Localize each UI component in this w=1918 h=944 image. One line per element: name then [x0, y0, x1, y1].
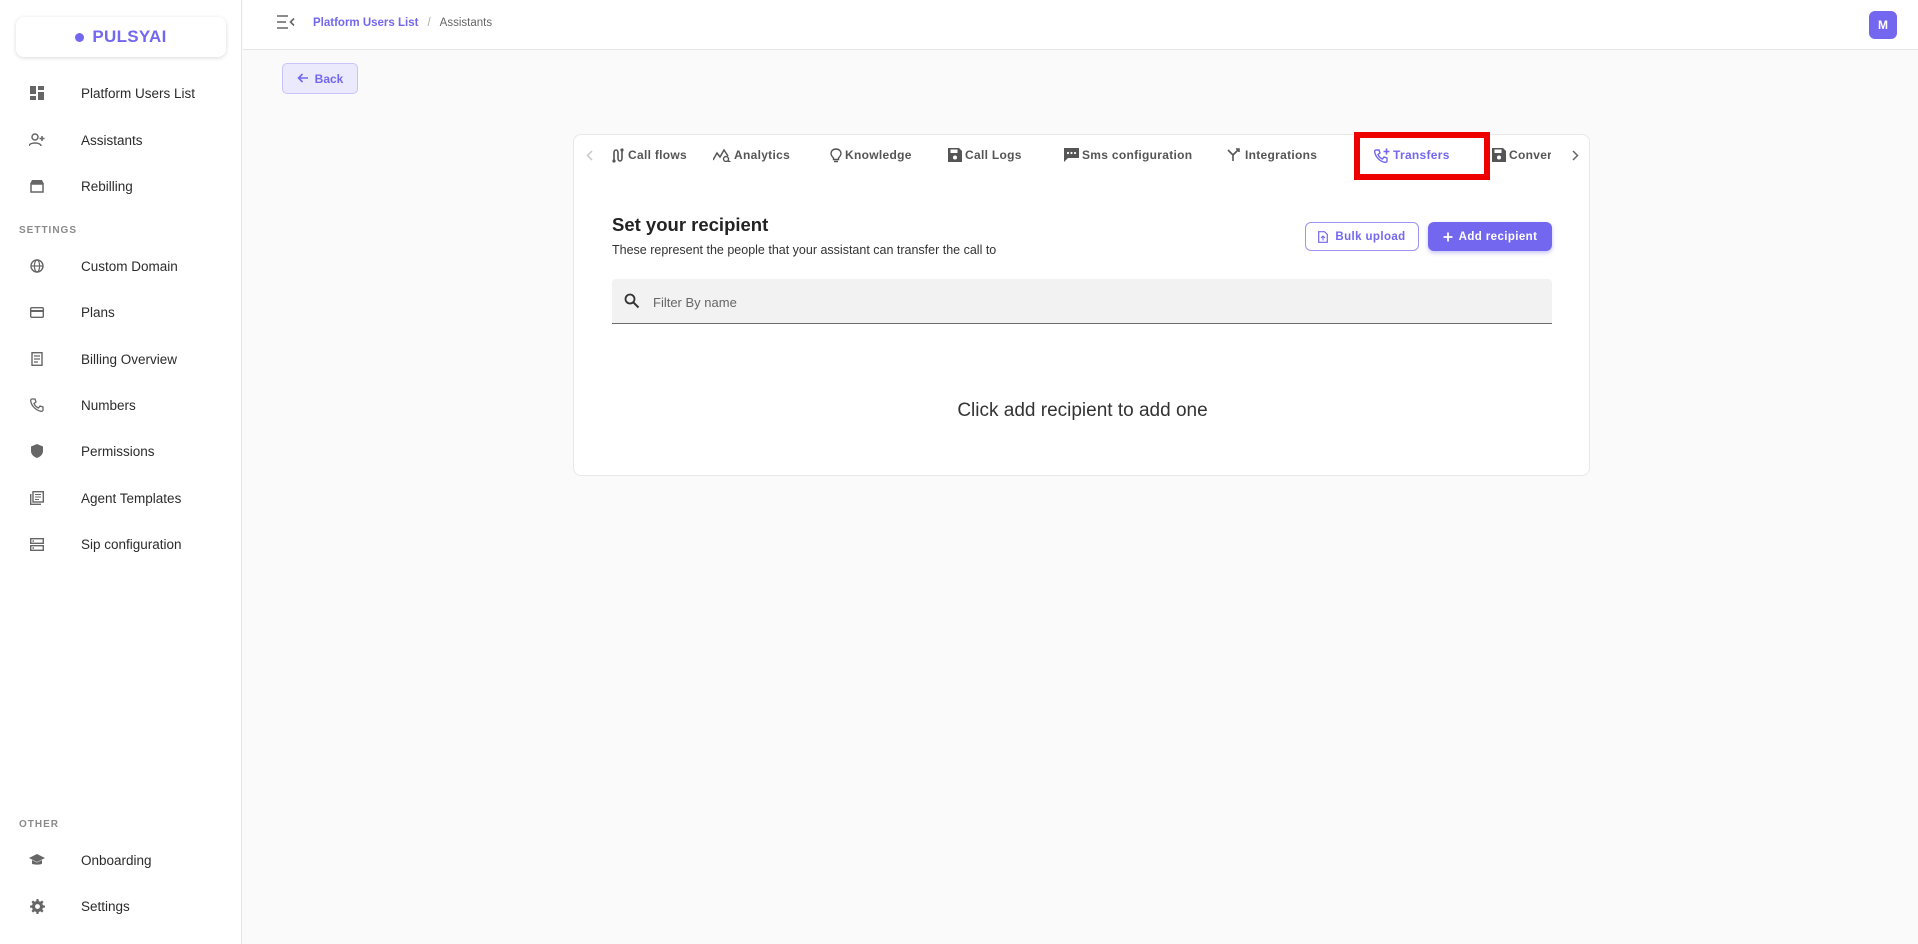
- receipt-icon: [28, 350, 46, 368]
- tab-transfers[interactable]: Transfers: [1374, 135, 1450, 175]
- person-add-icon: [28, 131, 46, 149]
- tab-sms-configuration[interactable]: Sms configuration: [1064, 135, 1192, 175]
- route-icon: [612, 147, 624, 163]
- sidebar-item-label: Settings: [81, 898, 130, 914]
- settings-section-label: SETTINGS: [19, 225, 78, 236]
- tab-label: Knowledge: [845, 148, 912, 162]
- phone-icon: [28, 396, 46, 414]
- library-icon: [28, 489, 46, 507]
- other-section-label: OTHER: [19, 819, 59, 830]
- sidebar-item-label: Permissions: [81, 443, 155, 459]
- tab-bar: Call flows Analytics Knowledge Call Logs…: [574, 132, 1591, 180]
- sidebar-item-label: Billing Overview: [81, 351, 178, 367]
- sidebar-item-label: Rebilling: [81, 178, 133, 194]
- menu-collapse-icon[interactable]: [277, 15, 297, 33]
- empty-state-message: Click add recipient to add one: [957, 400, 1208, 421]
- tabs: Call flows Analytics Knowledge Call Logs…: [604, 135, 1551, 175]
- search-icon: [624, 293, 640, 314]
- user-avatar[interactable]: M: [1869, 11, 1897, 39]
- sidebar-item-rebilling[interactable]: Rebilling: [0, 164, 242, 208]
- arrow-left-icon: [297, 72, 308, 86]
- sidebar-item-label: Plans: [81, 304, 115, 320]
- gear-icon: [28, 897, 46, 915]
- tab-label: Call Logs: [965, 148, 1022, 162]
- breadcrumb-current: Assistants: [439, 17, 493, 29]
- sidebar-item-label: Sip configuration: [81, 536, 182, 552]
- back-button-label: Back: [314, 71, 344, 86]
- file-upload-icon: [1318, 230, 1329, 243]
- server-icon: [28, 535, 46, 553]
- sidebar-item-onboarding[interactable]: Onboarding: [0, 838, 242, 882]
- phone-forward-icon: [1374, 148, 1390, 163]
- sidebar-item-billing-overview[interactable]: Billing Overview: [0, 337, 242, 381]
- sidebar-item-platform-users-list[interactable]: Platform Users List: [0, 71, 242, 115]
- sidebar-item-label: Agent Templates: [81, 490, 182, 506]
- store-icon: [28, 177, 46, 195]
- tab-label: Sms configuration: [1082, 148, 1193, 162]
- sidebar-item-label: Numbers: [81, 397, 136, 413]
- sidebar-item-label: Assistants: [81, 132, 143, 148]
- filter-by-name-input[interactable]: [653, 289, 1533, 315]
- filter-field[interactable]: [612, 279, 1552, 324]
- tab-label: Call flows: [628, 148, 688, 162]
- save-icon: [1492, 148, 1506, 162]
- sidebar-item-numbers[interactable]: Numbers: [0, 383, 242, 427]
- globe-icon: [28, 257, 46, 275]
- merge-icon: [1227, 148, 1240, 161]
- bulk-upload-button[interactable]: Bulk upload: [1305, 222, 1419, 251]
- bulk-upload-label: Bulk upload: [1335, 230, 1406, 243]
- logo-dot-icon: [75, 32, 85, 42]
- tab-label: Integrations: [1245, 148, 1318, 162]
- save-icon: [948, 148, 962, 162]
- shield-icon: [28, 442, 46, 460]
- sidebar-item-assistants[interactable]: Assistants: [0, 118, 242, 162]
- tab-label: Conversations: [1509, 148, 1551, 162]
- recipient-title: Set your recipient: [612, 214, 769, 235]
- assistant-card: Call flows Analytics Knowledge Call Logs…: [573, 132, 1591, 476]
- sidebar-item-label: Platform Users List: [81, 85, 196, 101]
- breadcrumb: Platform Users List / Assistants: [313, 17, 492, 29]
- brand-logo[interactable]: PULSYAI: [16, 17, 226, 57]
- sidebar-item-sip-configuration[interactable]: Sip configuration: [0, 522, 242, 566]
- school-icon: [28, 851, 46, 869]
- tab-scroll-left-icon[interactable]: [579, 145, 599, 165]
- breadcrumb-separator: /: [427, 17, 431, 29]
- tab-analytics[interactable]: Analytics: [713, 135, 790, 175]
- lightbulb-icon: [830, 147, 842, 162]
- tab-call-logs[interactable]: Call Logs: [948, 135, 1022, 175]
- sidebar-item-permissions[interactable]: Permissions: [0, 429, 242, 473]
- add-recipient-button[interactable]: Add recipient: [1428, 222, 1552, 251]
- credit-card-icon: [28, 303, 46, 321]
- top-bar: Platform Users List / Assistants M: [243, 0, 1918, 50]
- brand-name: PULSYAI: [92, 27, 167, 46]
- sidebar-item-custom-domain[interactable]: Custom Domain: [0, 244, 242, 288]
- tab-call-flows[interactable]: Call flows: [611, 135, 687, 175]
- dashboard-icon: [28, 84, 46, 102]
- sidebar-item-label: Custom Domain: [81, 258, 178, 274]
- tab-conversations[interactable]: Conversations: [1492, 135, 1551, 175]
- sidebar-item-plans[interactable]: Plans: [0, 290, 242, 334]
- sidebar: PULSYAI Platform Users List Assistants R…: [0, 0, 242, 944]
- analytics-icon: [713, 148, 731, 162]
- sms-icon: [1064, 148, 1079, 162]
- plus-icon: [1443, 232, 1453, 241]
- sidebar-item-agent-templates[interactable]: Agent Templates: [0, 476, 242, 520]
- tab-knowledge[interactable]: Knowledge: [830, 135, 912, 175]
- add-recipient-label: Add recipient: [1458, 230, 1538, 243]
- tab-label: Transfers: [1393, 148, 1450, 162]
- recipient-subtitle: These represent the people that your ass…: [612, 243, 997, 257]
- tab-label: Analytics: [734, 148, 791, 162]
- breadcrumb-link-platform-users[interactable]: Platform Users List: [313, 17, 418, 29]
- sidebar-item-settings[interactable]: Settings: [0, 884, 242, 928]
- tab-integrations[interactable]: Integrations: [1227, 135, 1317, 175]
- back-button[interactable]: Back: [282, 63, 358, 94]
- tab-scroll-right-icon[interactable]: [1565, 145, 1585, 165]
- sidebar-item-label: Onboarding: [81, 852, 152, 868]
